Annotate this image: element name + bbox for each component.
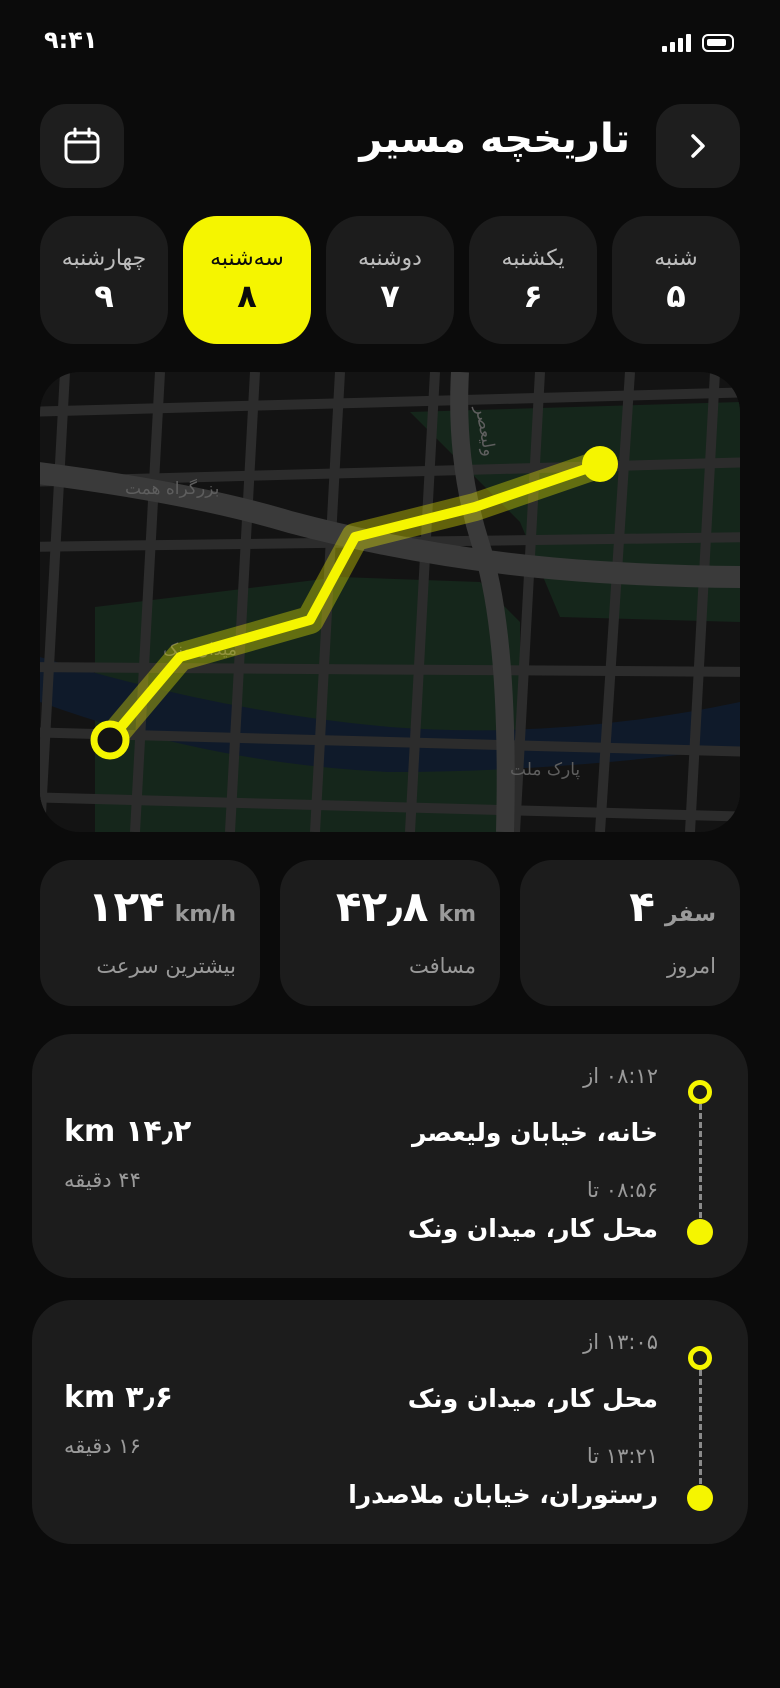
day-tab-monday[interactable]: دوشنبه ۷: [326, 216, 454, 344]
stat-unit: km: [438, 902, 476, 927]
stat-number: ۴۲٫۸: [335, 882, 429, 931]
back-button[interactable]: [656, 104, 740, 188]
route-map[interactable]: بزرگراه همت ولیعصر میدان ونک پارک ملت: [40, 372, 740, 832]
day-number: ۹: [94, 276, 114, 315]
trip-connector: [699, 1352, 702, 1502]
stat-label: امروز: [667, 954, 716, 978]
map-label-highway: بزرگراه همت: [125, 478, 219, 499]
trip-distance-unit: km: [64, 1114, 116, 1149]
trip-duration: ۱۶ دقیقه: [64, 1434, 141, 1458]
stat-number: ۴: [629, 882, 655, 931]
day-name: چهارشنبه: [61, 245, 147, 271]
trip-distance-value: ۱۴٫۲: [125, 1114, 192, 1149]
day-number: ۵: [666, 276, 686, 315]
map-canvas: بزرگراه همت ولیعصر میدان ونک پارک ملت: [40, 372, 740, 832]
day-tab-saturday[interactable]: شنبه ۵: [612, 216, 740, 344]
trip-distance-unit: km: [64, 1380, 116, 1415]
status-time: ۹:۴۱: [44, 26, 98, 54]
day-name: دوشنبه: [358, 245, 422, 271]
trip-distance-value: ۳٫۶: [125, 1380, 174, 1415]
stat-unit: km/h: [174, 902, 236, 927]
day-name: شنبه: [654, 245, 698, 271]
route-end-marker[interactable]: [582, 446, 618, 482]
trip-card[interactable]: ۱۳:۰۵ از محل کار، میدان ونک ۱۳:۲۱ تا رست…: [32, 1300, 748, 1544]
stat-label: مسافت: [408, 954, 476, 978]
chevron-right-icon: [691, 134, 705, 158]
stat-unit: سفر: [664, 902, 716, 927]
stat-value: ۱۲۴ km/h: [88, 882, 236, 931]
day-tab-wednesday[interactable]: چهارشنبه ۹: [40, 216, 168, 344]
day-name: یکشنبه: [501, 245, 565, 271]
stat-label: بیشترین سرعت: [96, 954, 236, 978]
trip-end-time: ۰۸:۵۶ تا: [586, 1178, 658, 1202]
signal-icon: [662, 34, 691, 52]
day-tab-sunday[interactable]: یکشنبه ۶: [469, 216, 597, 344]
calendar-icon: [64, 127, 100, 164]
map-label-park: پارک ملت: [510, 760, 580, 780]
trip-start-dot: [688, 1080, 712, 1104]
trip-start-place: خانه، خیابان ولیعصر: [411, 1118, 658, 1147]
trip-card[interactable]: ۰۸:۱۲ از خانه، خیابان ولیعصر ۰۸:۵۶ تا مح…: [32, 1034, 748, 1278]
stat-value: ۴۲٫۸ km: [336, 882, 476, 931]
day-number: ۷: [380, 276, 400, 315]
day-tab-tuesday[interactable]: سه‌شنبه ۸: [183, 216, 311, 344]
day-selector: شنبه ۵ یکشنبه ۶ دوشنبه ۷ سه‌شنبه ۸ چهارش…: [40, 216, 740, 344]
day-number: ۶: [523, 276, 543, 315]
page-title: تاریخچه مسیر: [359, 116, 630, 162]
stat-card-trips: ۴ سفر امروز: [520, 860, 740, 1006]
stat-card-distance: ۴۲٫۸ km مسافت: [280, 860, 500, 1006]
calendar-button[interactable]: [40, 104, 124, 188]
trip-start-dot: [688, 1346, 712, 1370]
trip-end-dot: [687, 1219, 713, 1245]
trip-connector: [699, 1086, 702, 1236]
day-number: ۸: [237, 276, 257, 315]
trip-end-place: رستوران، خیابان ملاصدرا: [348, 1480, 658, 1509]
trip-start-time: ۱۳:۰۵ از: [583, 1330, 658, 1354]
route-start-marker[interactable]: [90, 720, 130, 760]
trip-start-time: ۰۸:۱۲ از: [583, 1064, 658, 1088]
day-name: سه‌شنبه: [210, 245, 284, 271]
stat-value: ۴ سفر: [629, 882, 716, 931]
trip-distance: ۱۴٫۲ km: [64, 1114, 191, 1149]
trip-end-place: محل کار، میدان ونک: [407, 1214, 658, 1243]
trip-end-dot: [687, 1485, 713, 1511]
battery-icon: [702, 34, 734, 52]
trip-distance: ۳٫۶ km: [64, 1380, 173, 1415]
trip-end-time: ۱۳:۲۱ تا: [586, 1444, 658, 1468]
trip-start-place: محل کار، میدان ونک: [407, 1384, 658, 1413]
stat-number: ۱۲۴: [87, 882, 165, 931]
trip-duration: ۴۴ دقیقه: [64, 1168, 141, 1192]
stat-card-max-speed: ۱۲۴ km/h بیشترین سرعت: [40, 860, 260, 1006]
